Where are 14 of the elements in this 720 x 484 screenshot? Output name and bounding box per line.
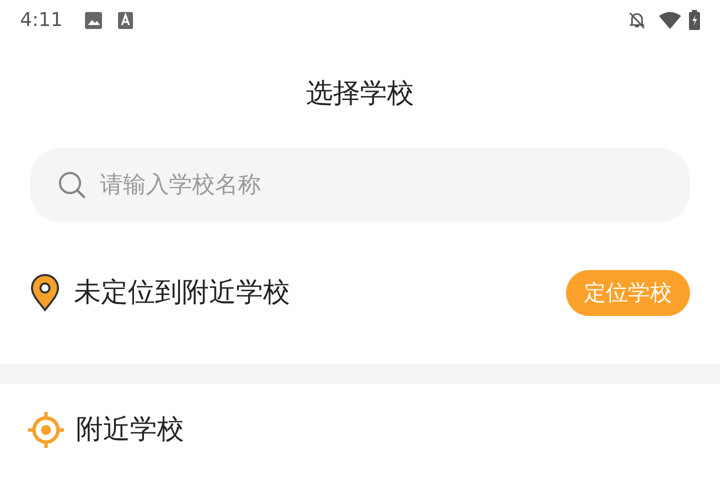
target-icon [28,412,64,448]
page-title: 选择学校 [306,76,414,111]
status-time: 4:11 [20,8,63,33]
image-icon [84,12,102,28]
map-pin-icon [30,274,60,312]
search-field[interactable]: 请输入学校名称 [30,148,690,222]
locate-school-button[interactable]: 定位学校 [566,270,690,316]
font-icon [118,12,133,28]
search-icon [58,171,86,199]
battery-icon [689,10,700,30]
location-status: 未定位到附近学校 [74,276,290,310]
bell-off-icon [627,10,647,30]
wifi-icon [659,11,681,29]
section-title: 附近学校 [76,412,184,447]
